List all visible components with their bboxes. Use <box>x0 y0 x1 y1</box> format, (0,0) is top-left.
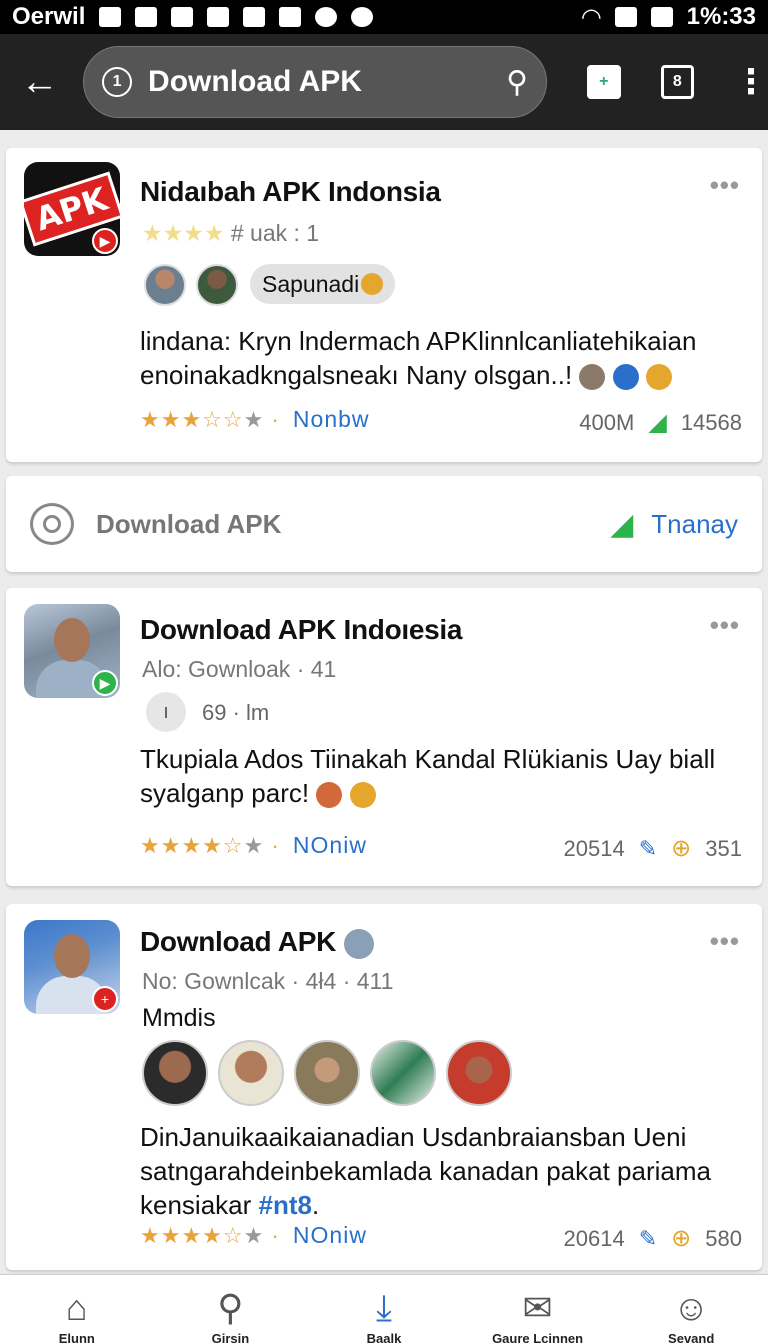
play-badge-icon: ▶ <box>92 228 118 254</box>
trending-icon: ◢ <box>610 507 634 541</box>
clock: 1%:33 <box>686 3 756 30</box>
save-page-button[interactable]: + <box>587 65 621 99</box>
globe-icon: ⊕ <box>671 1225 692 1252</box>
percent-icon <box>207 7 230 27</box>
more-options-icon[interactable]: ••• <box>710 610 740 641</box>
rating-row: ★★★☆☆★ · Nonbw <box>140 406 370 432</box>
mic-icon[interactable]: ⚲ <box>506 65 528 100</box>
mail-icon: ✉ <box>522 1287 553 1328</box>
tabs-button[interactable]: 8 <box>660 65 695 99</box>
message-icon <box>135 7 158 27</box>
card-title[interactable]: Download APK <box>140 926 374 959</box>
play-badge-icon: ▶ <box>92 670 118 696</box>
card-description: DinJanuikaaikaianadian Usdanbraiansban U… <box>140 1122 711 1220</box>
card-subtitle: ★★★★ # uak : 1 <box>142 220 320 246</box>
card-stats: 20514 ✎ ⊕ 351 <box>564 834 742 863</box>
card-stats: 20614 ✎ ⊕ 580 <box>564 1224 742 1253</box>
status-bar: Oerwil ◠ 1%:33 <box>0 0 768 34</box>
more-options-icon[interactable]: ••• <box>710 926 740 957</box>
emoji-icon <box>315 7 338 27</box>
edit-icon: ✎ <box>638 1225 658 1251</box>
verified-avatar-icon <box>343 928 374 959</box>
emoji-icon <box>349 782 376 809</box>
edit-icon <box>171 7 194 27</box>
info-icon: ı <box>146 692 186 732</box>
signal-icon <box>614 7 637 27</box>
nav-profile[interactable]: ☺ Sevand <box>631 1289 751 1344</box>
result-card-2[interactable]: ▶ Download APK Indoıesia ••• Alo: Gownlo… <box>6 588 762 886</box>
nav-download[interactable]: ⤓ Baalk <box>324 1289 444 1344</box>
rating-row: ★★★★☆★ · NOniw <box>140 1222 367 1248</box>
card-subtitle: Alo: Gownloak · 41 <box>142 656 337 682</box>
download-badge-icon <box>612 364 639 391</box>
notification-icon <box>99 7 122 27</box>
edit-icon: ✎ <box>638 835 658 861</box>
download-count: 20514 <box>563 835 625 861</box>
card-stats: 400M ◢ 14568 <box>579 408 742 437</box>
avatar[interactable] <box>294 1040 360 1106</box>
sticker-icon <box>579 364 606 391</box>
result-card-1[interactable]: APK ▶ Nidaıbah APK Indonsia ••• ★★★★ # u… <box>6 148 762 462</box>
card-description: lindana: Kryn lndermach APKlinnlcanliate… <box>140 326 697 391</box>
app-icon <box>243 7 266 27</box>
profile-icon: ☺ <box>672 1287 710 1328</box>
more-options-icon[interactable]: ••• <box>710 170 740 201</box>
publisher-photo: + <box>24 920 120 1014</box>
user-tag[interactable]: Sapunadi <box>250 264 396 304</box>
rating-stars: ★★★★ <box>142 220 225 246</box>
add-badge-icon: + <box>92 986 118 1012</box>
nav-search[interactable]: ⚲ Girsin <box>170 1289 290 1344</box>
publisher-photo: ▶ <box>24 604 120 698</box>
rating-row: ★★★★☆★ · NOniw <box>140 832 367 858</box>
search-chat-icon <box>30 503 74 545</box>
back-arrow-icon[interactable]: ← <box>14 56 65 108</box>
info-icon: 1 <box>102 67 133 97</box>
now-link[interactable]: NOniw <box>293 832 367 858</box>
bottom-navigation: ⌂ Elunn ⚲ Girsin ⤓ Baalk ✉ Gaure Lcinnen… <box>0 1274 768 1344</box>
avatar[interactable] <box>144 264 186 306</box>
apk-app-icon: APK ▶ <box>24 162 120 256</box>
search-suggestion-card[interactable]: Download APK ◢ Tnanay <box>6 476 762 572</box>
meta-text: 69 · lm <box>202 700 270 725</box>
card-title[interactable]: Nidaıbah APK Indonsia <box>140 176 441 208</box>
nav-home[interactable]: ⌂ Elunn <box>17 1289 137 1344</box>
battery-icon <box>650 7 673 27</box>
like-count: 580 <box>705 1225 742 1251</box>
avatar[interactable] <box>218 1040 284 1106</box>
search-suggestion-label[interactable]: Download APK <box>96 509 610 540</box>
phone-app-avatar[interactable] <box>370 1040 436 1106</box>
sticker-icon <box>316 782 343 809</box>
like-count: 351 <box>705 835 742 861</box>
search-query[interactable]: Download APK <box>148 65 506 99</box>
coin-icon <box>361 273 384 295</box>
now-link[interactable]: NOniw <box>293 1222 367 1248</box>
home-icon: ⌂ <box>65 1287 88 1328</box>
nav-messages[interactable]: ✉ Gaure Lcinnen <box>478 1289 598 1344</box>
carrier-text: Oerwil <box>12 3 86 30</box>
overflow-menu-icon[interactable]: ⋮ <box>734 65 768 99</box>
emoji-icon <box>645 364 672 391</box>
download-count: 20614 <box>563 1225 625 1251</box>
section-label: Mmdis <box>142 1004 216 1032</box>
card-description: Tkupiala Ados Tiinakah Kandal Rlükianis … <box>140 744 716 809</box>
trending-button[interactable]: ◢ Tnanay <box>610 507 738 542</box>
download-count: 400M <box>579 409 635 435</box>
download-icon: ⤓ <box>376 1287 392 1328</box>
now-link[interactable]: Nonbw <box>293 406 370 432</box>
avatar[interactable] <box>142 1040 208 1106</box>
trending-icon: ◢ <box>648 409 667 436</box>
card-subtitle: No: Gownlcak · 4ł4 · 411 <box>142 968 394 994</box>
sync-icon <box>351 7 374 27</box>
search-bar[interactable]: 1 Download APK ⚲ <box>83 46 548 118</box>
like-count: 14568 <box>680 409 742 435</box>
avatar[interactable] <box>196 264 238 306</box>
wifi-icon: ◠ <box>582 3 601 31</box>
hashtag-link[interactable]: #nt8 <box>259 1190 312 1220</box>
card-title[interactable]: Download APK Indoıesia <box>140 614 462 646</box>
gallery-icon <box>279 7 302 27</box>
top-app-bar: ← 1 Download APK ⚲ + 8 ⋮ <box>0 34 768 130</box>
search-icon: ⚲ <box>217 1287 244 1328</box>
globe-icon: ⊕ <box>671 835 692 862</box>
avatar[interactable] <box>446 1040 512 1106</box>
